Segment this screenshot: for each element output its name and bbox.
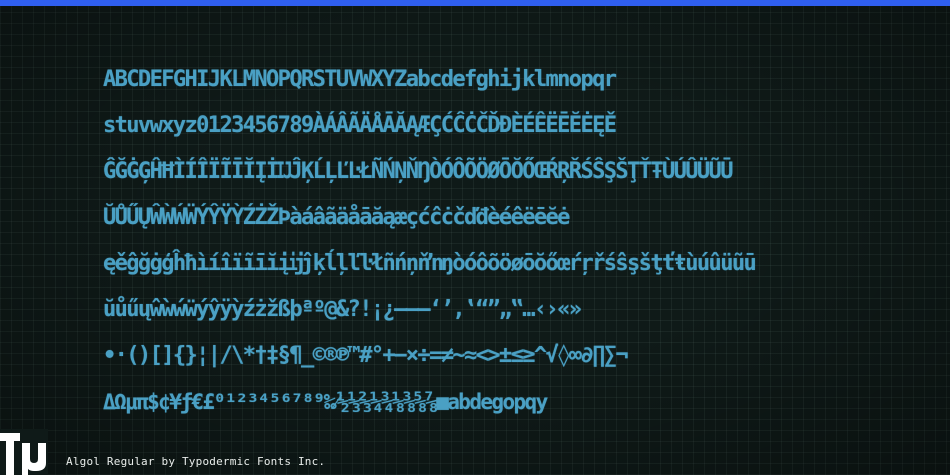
glyph-row-1: ABCDEFGHIJKLMNOPQRSTUVWXYZabcdefghijklmn… xyxy=(103,67,617,92)
glyph-row-4: ŬŮŰŲŴẀẂẄÝŶŸỲŹŻŽÞàáâãäåāăąæçćĉċčďđèéêëēĕė xyxy=(103,205,570,230)
glyph-row-3: ĜĞĠĢĤĦÌÍÎÏĨĪĬĮİĲĴĶĹĻĽĿŁÑŃŅŇŊÒÓÔÕÖØŌŎŐŒŔŖ… xyxy=(103,159,733,184)
glyph-row-6: ŭůűųŵẁẃẅýŷÿỳźżžßþªº@&?!¡¿–—―‘’‚‛“”„‟…‹›«… xyxy=(103,297,582,322)
font-credit-caption: Algol Regular by Typodermic Fonts Inc. xyxy=(66,455,326,468)
glyph-row-7: •·()[]{}¦|/\*†‡§¶_©®℗™#°+−×÷=≠~≈<>±≤≥^√◊… xyxy=(103,343,629,368)
glyph-row-2: stuvwxyz0123456789ÀÁÂÃÄÅĀĂĄÆÇĆĈĊČĎĐÈÉÊËĒ… xyxy=(103,113,617,138)
glyph-specimen: ABCDEFGHIJKLMNOPQRSTUVWXYZabcdefghijklmn… xyxy=(103,62,853,430)
glyph-row-8: ΔΩμπ$¢¥ƒ€£⁰¹²³⁴⁵⁶⁷⁸⁹‰⁄½⅓⅔¼¾⅛⅜⅝⅞■abdegopq… xyxy=(103,390,548,414)
typodermic-logo-icon xyxy=(0,429,48,475)
glyph-row-5: ęěĝğġģĥħìíîïĩīĭįĳĵķĺļľŀłñńņňŉŋòóôõöøōŏőœ… xyxy=(103,251,757,276)
